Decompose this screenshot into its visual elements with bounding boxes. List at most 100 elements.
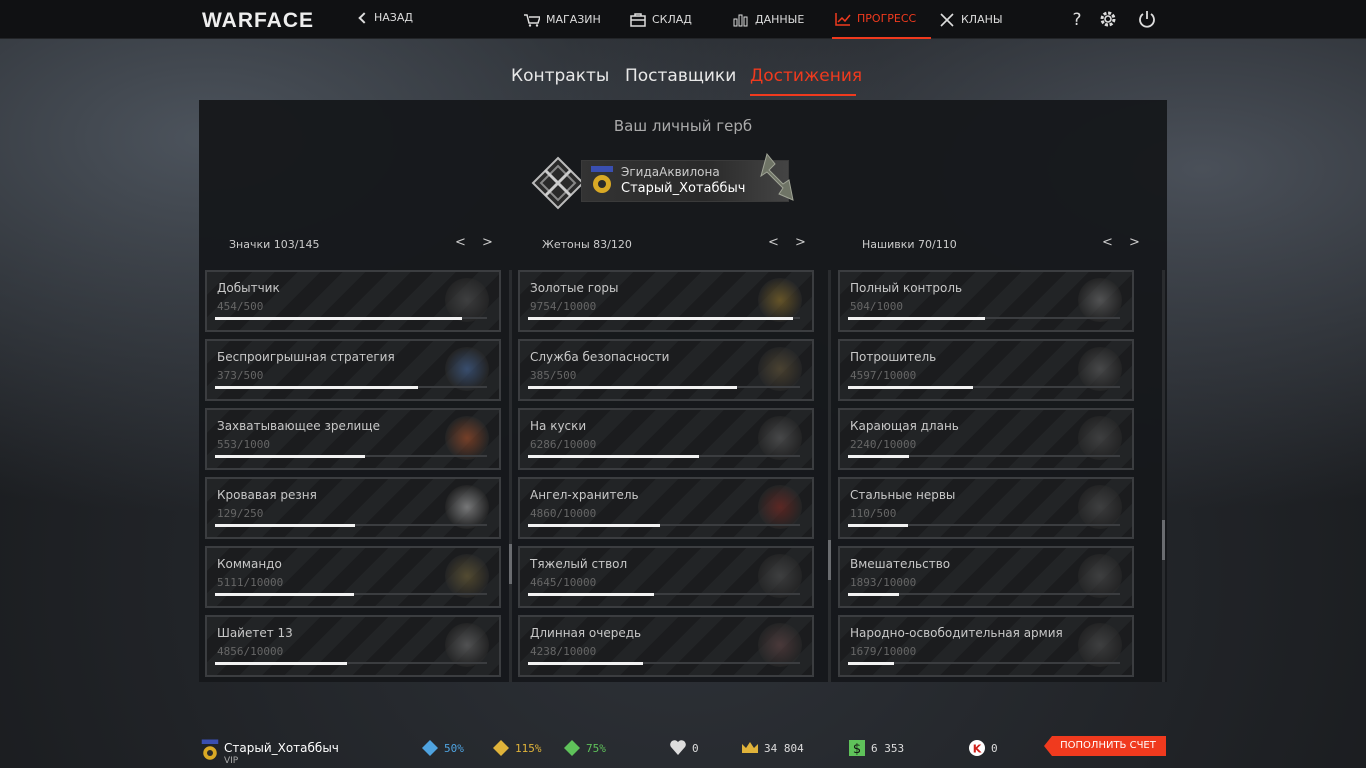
achievement-art-icon: [1078, 416, 1122, 460]
achievement-name: Добытчик: [217, 281, 280, 295]
axe-icon: [760, 152, 794, 201]
achievement-name: Кровавая резня: [217, 488, 317, 502]
progress-fill: [848, 455, 909, 458]
achievement-card[interactable]: Коммандо 5111/10000: [205, 546, 501, 608]
money-counter: $ 6 353: [848, 739, 904, 757]
achievement-card[interactable]: На куски 6286/10000: [518, 408, 814, 470]
power-icon[interactable]: [1138, 10, 1156, 28]
achievement-progress: 4860/10000: [530, 507, 597, 520]
achievement-art-icon: [758, 485, 802, 529]
progress-track: [215, 455, 487, 458]
achievement-card[interactable]: Полный контроль 504/1000: [838, 270, 1134, 332]
topup-button[interactable]: ПОПОЛНИТЬ СЧЕТ: [1044, 736, 1166, 756]
tokens-pager[interactable]: < >: [768, 235, 812, 250]
stripes-pager[interactable]: < >: [1102, 235, 1146, 250]
progress-track: [528, 593, 800, 596]
badges-title: Значки 103/145: [229, 238, 320, 251]
progress-track: [215, 386, 487, 389]
clan-emblem-icon: [201, 739, 219, 760]
back-label: НАЗАД: [374, 11, 413, 24]
badges-scrollbar[interactable]: [509, 270, 512, 682]
progress-track: [848, 317, 1120, 320]
storage-icon: [630, 12, 646, 27]
achievement-art-icon: [758, 623, 802, 667]
achievement-card[interactable]: Тяжелый ствол 4645/10000: [518, 546, 814, 608]
boost-gold: 115%: [492, 739, 542, 757]
achievement-name: Карающая длань: [850, 419, 959, 433]
badges-pager[interactable]: < >: [455, 235, 499, 250]
achievement-art-icon: [1078, 554, 1122, 598]
tab-achievements[interactable]: Достижения: [750, 66, 862, 96]
achievement-card[interactable]: Служба безопасности 385/500: [518, 339, 814, 401]
scroll-thumb[interactable]: [828, 540, 831, 580]
progress-track: [848, 455, 1120, 458]
nav-shop[interactable]: МАГАЗИН: [524, 0, 601, 39]
achievement-card[interactable]: Вмешательство 1893/10000: [838, 546, 1134, 608]
crest-nickname: Старый_Хотаббыч: [621, 181, 746, 196]
progress-track: [528, 524, 800, 527]
progress-fill: [215, 524, 356, 527]
achievement-name: На куски: [530, 419, 587, 433]
achievement-card[interactable]: Захватывающее зрелище 553/1000: [205, 408, 501, 470]
achievement-name: Коммандо: [217, 557, 282, 571]
achievement-progress: 1679/10000: [850, 645, 917, 658]
tokens-scrollbar[interactable]: [828, 270, 831, 682]
crowns-value: 34 804: [764, 741, 804, 755]
progress-fill: [215, 317, 462, 320]
achievement-card[interactable]: Стальные нервы 110/500: [838, 477, 1134, 539]
boost-green-value: 75%: [586, 741, 606, 755]
hearts-counter: 0: [669, 739, 699, 757]
warface-logo: WARFACE: [202, 9, 314, 32]
achievement-progress: 385/500: [530, 369, 577, 382]
achievement-card[interactable]: Карающая длань 2240/10000: [838, 408, 1134, 470]
achievement-card[interactable]: Добытчик 454/500: [205, 270, 501, 332]
progress-icon: [835, 12, 851, 26]
achievement-card[interactable]: Беспроигрышная стратегия 373/500: [205, 339, 501, 401]
svg-text:K: K: [973, 743, 982, 756]
tab-suppliers[interactable]: Поставщики: [625, 66, 736, 86]
kredits-counter: K 0: [968, 739, 998, 757]
back-button[interactable]: НАЗАД: [358, 11, 413, 24]
stripes-scrollbar[interactable]: [1162, 270, 1165, 682]
badges-list: Добытчик 454/500 Беспроигрышная стратегия 3…: [205, 270, 507, 682]
gear-icon[interactable]: [1099, 10, 1117, 28]
achievement-name: Служба безопасности: [530, 350, 670, 364]
tab-contracts[interactable]: Контракты: [511, 66, 609, 86]
nav-clans[interactable]: КЛАНЫ: [939, 0, 1003, 39]
progress-fill: [215, 662, 348, 665]
achievement-progress: 4238/10000: [530, 645, 597, 658]
achievement-card[interactable]: Золотые горы 9754/10000: [518, 270, 814, 332]
progress-fill: [528, 524, 661, 527]
achievement-progress: 1893/10000: [850, 576, 917, 589]
heart-icon: [670, 740, 686, 755]
achievement-art-icon: [758, 278, 802, 322]
progress-fill: [848, 317, 986, 320]
nav-clans-label: КЛАНЫ: [961, 13, 1003, 26]
achievement-progress: 2240/10000: [850, 438, 917, 451]
achievement-card[interactable]: Шайетет 13 4856/10000: [205, 615, 501, 677]
achievement-name: Вмешательство: [850, 557, 951, 571]
nav-data[interactable]: ДАННЫЕ: [733, 0, 804, 39]
money-value: 6 353: [871, 741, 905, 755]
kredits-value: 0: [991, 741, 998, 755]
achievement-name: Ангел-хранитель: [530, 488, 639, 502]
achievement-card[interactable]: Кровавая резня 129/250: [205, 477, 501, 539]
cart-icon: [524, 13, 540, 27]
achievement-name: Золотые горы: [530, 281, 619, 295]
achievement-art-icon: [445, 278, 489, 322]
nav-storage[interactable]: СКЛАД: [630, 0, 692, 39]
boost-gold-icon: [493, 740, 509, 756]
player-nickname: Старый_Хотаббыч: [224, 741, 339, 755]
achievement-art-icon: [445, 347, 489, 391]
achievement-art-icon: [758, 416, 802, 460]
crest-title: Ваш личный герб: [613, 117, 753, 135]
achievement-card[interactable]: Ангел-хранитель 4860/10000: [518, 477, 814, 539]
achievement-card[interactable]: Народно-освободительная армия 1679/10000: [838, 615, 1134, 677]
achievement-card[interactable]: Потрошитель 4597/10000: [838, 339, 1134, 401]
stripes-list: Полный контроль 504/1000 Потрошитель 4597/1…: [838, 270, 1140, 682]
help-icon[interactable]: ?: [1068, 10, 1086, 30]
nav-progress[interactable]: ПРОГРЕСС: [832, 0, 931, 39]
achievement-card[interactable]: Длинная очередь 4238/10000: [518, 615, 814, 677]
scroll-thumb[interactable]: [1162, 520, 1165, 560]
scroll-thumb[interactable]: [509, 544, 512, 584]
